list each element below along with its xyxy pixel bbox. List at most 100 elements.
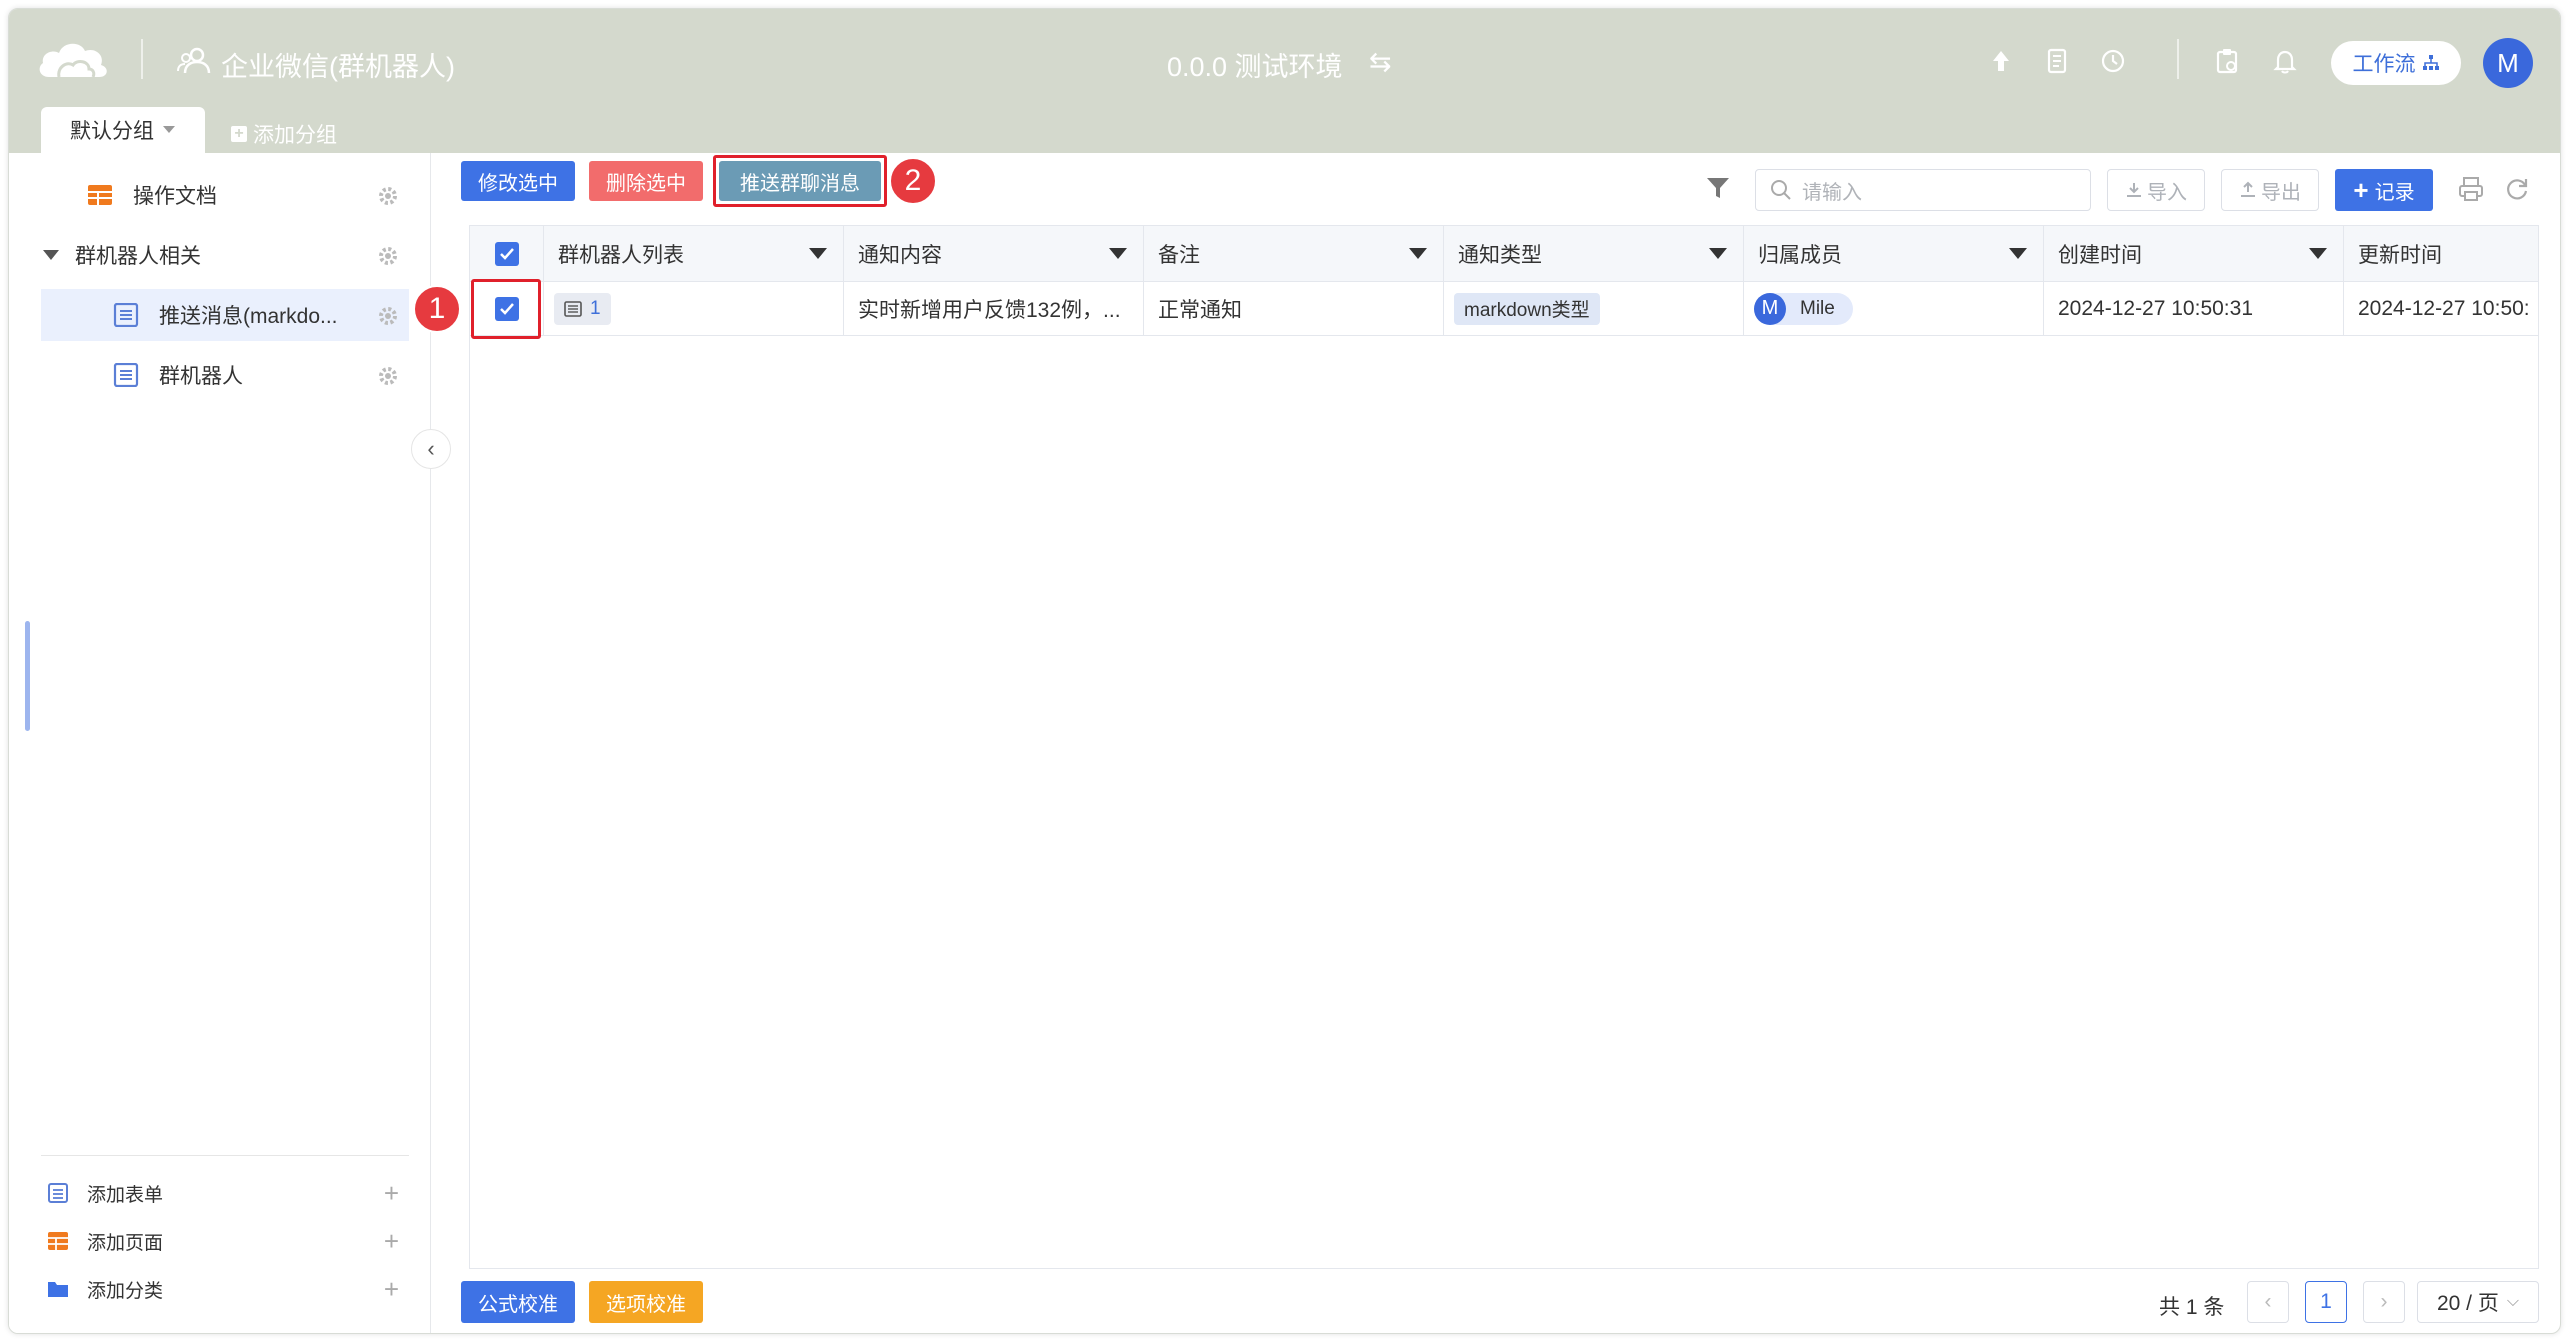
plus-icon: + bbox=[231, 126, 247, 142]
column-label: 通知类型 bbox=[1458, 243, 1542, 267]
select-all-checkbox[interactable] bbox=[494, 241, 519, 266]
tab-default-group[interactable]: 默认分组 bbox=[41, 107, 205, 153]
updated-time-cell[interactable]: 2024-12-27 10:50: bbox=[2344, 282, 2538, 335]
search-input[interactable]: 请输入 bbox=[1755, 169, 2091, 211]
form-icon bbox=[48, 1183, 68, 1203]
user-avatar[interactable]: M bbox=[2483, 38, 2533, 88]
group-tabs-bar: 默认分组 + 添加分组 bbox=[9, 97, 2560, 153]
next-page-button[interactable]: › bbox=[2363, 1281, 2405, 1323]
remark-cell[interactable]: 正常通知 bbox=[1144, 282, 1444, 335]
member-name: Mile bbox=[1800, 297, 1835, 319]
sidebar-item-robot-group[interactable]: 群机器人相关 bbox=[41, 229, 409, 281]
sidebar-item-group-robot[interactable]: 群机器人 bbox=[41, 349, 409, 401]
robot-list-cell[interactable]: 1 bbox=[544, 282, 844, 335]
sidebar-collapse-button[interactable]: ‹ bbox=[411, 429, 451, 469]
refresh-icon[interactable] bbox=[2503, 175, 2531, 203]
bell-icon[interactable] bbox=[2271, 47, 2299, 75]
annotation-badge-1: 1 bbox=[413, 285, 461, 333]
caret-down-icon[interactable] bbox=[2309, 248, 2327, 259]
import-button[interactable]: 导入 bbox=[2107, 169, 2205, 211]
table-icon bbox=[88, 185, 112, 205]
column-header[interactable]: 备注 bbox=[1144, 226, 1444, 281]
header-divider bbox=[141, 39, 143, 79]
add-category-button[interactable]: 添加分类 + bbox=[47, 1269, 409, 1309]
caret-down-icon[interactable] bbox=[41, 248, 61, 262]
plus-icon[interactable]: + bbox=[384, 1178, 399, 1209]
page-number-button[interactable]: 1 bbox=[2305, 1281, 2347, 1323]
search-placeholder: 请输入 bbox=[1802, 181, 1862, 204]
column-header[interactable]: 通知内容 bbox=[844, 226, 1144, 281]
sidebar-scrollbar[interactable] bbox=[25, 621, 30, 731]
gear-icon[interactable] bbox=[377, 245, 399, 267]
gear-icon[interactable] bbox=[377, 185, 399, 207]
column-label: 更新时间 bbox=[2358, 243, 2442, 267]
edit-selected-button[interactable]: 修改选中 bbox=[461, 161, 575, 201]
robot-link-tag[interactable]: 1 bbox=[554, 292, 611, 325]
column-header[interactable]: 通知类型 bbox=[1444, 226, 1744, 281]
workflow-label: 工作流 bbox=[2352, 53, 2416, 76]
document-icon[interactable] bbox=[2043, 47, 2071, 75]
plus-icon[interactable]: + bbox=[384, 1274, 399, 1305]
sidebar-item-label: 群机器人相关 bbox=[75, 245, 201, 268]
sidebar-item-docs[interactable]: 操作文档 bbox=[41, 169, 409, 221]
form-icon bbox=[113, 303, 139, 327]
caret-down-icon bbox=[163, 126, 175, 133]
add-form-button[interactable]: 添加表单 + bbox=[47, 1173, 409, 1213]
add-category-label: 添加分类 bbox=[87, 1280, 164, 1302]
caret-down-icon[interactable] bbox=[2009, 248, 2027, 259]
top-header: 企业微信(群机器人) 0.0.0 测试环境 ⇆ 工作流 M bbox=[9, 9, 2560, 97]
plus-icon[interactable]: + bbox=[384, 1226, 399, 1257]
check-icon bbox=[499, 247, 514, 260]
member-cell[interactable]: M Mile bbox=[1744, 282, 2044, 335]
type-cell[interactable]: markdown类型 bbox=[1444, 282, 1744, 335]
caret-down-icon[interactable] bbox=[1709, 248, 1727, 259]
history-icon[interactable] bbox=[2099, 47, 2127, 75]
caret-down-icon[interactable] bbox=[1409, 248, 1427, 259]
workflow-button[interactable]: 工作流 bbox=[2331, 41, 2461, 85]
plus-icon: + bbox=[2353, 174, 2369, 205]
highlight-box bbox=[713, 155, 887, 207]
cloud-logo-icon[interactable] bbox=[35, 33, 111, 83]
formula-check-button[interactable]: 公式校准 bbox=[461, 1281, 575, 1323]
search-icon bbox=[1771, 180, 1791, 200]
select-all-cell bbox=[470, 226, 544, 281]
table-row[interactable]: 1 实时新增用户反馈132例，... 正常通知 markdown类型 M Mil… bbox=[470, 282, 2538, 336]
caret-down-icon[interactable] bbox=[809, 248, 827, 259]
page-size-select[interactable]: 20 / 页 ⌵ bbox=[2417, 1281, 2539, 1323]
download-icon bbox=[2127, 183, 2141, 197]
filter-icon[interactable] bbox=[1705, 175, 1731, 201]
column-header[interactable]: 归属成员 bbox=[1744, 226, 2044, 281]
caret-down-icon[interactable] bbox=[1109, 248, 1127, 259]
add-form-label: 添加表单 bbox=[87, 1184, 164, 1206]
group-robot-icon bbox=[177, 47, 211, 74]
option-check-button[interactable]: 选项校准 bbox=[589, 1281, 703, 1323]
export-label: 导出 bbox=[2261, 181, 2301, 204]
table-icon bbox=[48, 1232, 68, 1250]
column-header[interactable]: 更新时间 bbox=[2344, 226, 2538, 281]
column-header[interactable]: 群机器人列表 bbox=[544, 226, 844, 281]
upload-icon bbox=[2241, 181, 2255, 197]
created-time-cell[interactable]: 2024-12-27 10:50:31 bbox=[2044, 282, 2344, 335]
content-cell[interactable]: 实时新增用户反馈132例，... bbox=[844, 282, 1144, 335]
add-record-button[interactable]: + 记录 bbox=[2335, 169, 2433, 211]
table-header: 群机器人列表 通知内容 备注 通知类型 归属成员 创建时间 更新时间 bbox=[470, 226, 2538, 282]
app-window: 企业微信(群机器人) 0.0.0 测试环境 ⇆ 工作流 M 默认分组 + 添加分… bbox=[8, 8, 2561, 1334]
export-button[interactable]: 导出 bbox=[2221, 169, 2319, 211]
clipboard-icon[interactable] bbox=[2213, 47, 2241, 75]
annotation-badge-2: 2 bbox=[889, 157, 937, 205]
add-page-button[interactable]: 添加页面 + bbox=[47, 1221, 409, 1261]
gear-icon[interactable] bbox=[377, 305, 399, 327]
column-label: 归属成员 bbox=[1758, 243, 1842, 267]
column-header[interactable]: 创建时间 bbox=[2044, 226, 2344, 281]
gear-icon[interactable] bbox=[377, 365, 399, 387]
sidebar-item-push-message[interactable]: 推送消息(markdo... bbox=[41, 289, 409, 341]
environment-switch-icon[interactable]: ⇆ bbox=[1369, 47, 1392, 78]
add-group-button[interactable]: + 添加分组 bbox=[231, 119, 337, 149]
folder-icon bbox=[48, 1282, 68, 1297]
prev-page-button[interactable]: ‹ bbox=[2247, 1281, 2289, 1323]
upload-icon[interactable] bbox=[1987, 47, 2015, 75]
print-icon[interactable] bbox=[2457, 175, 2485, 203]
column-label: 创建时间 bbox=[2058, 243, 2142, 267]
delete-selected-button[interactable]: 删除选中 bbox=[589, 161, 703, 201]
app-title[interactable]: 企业微信(群机器人) bbox=[221, 45, 455, 84]
